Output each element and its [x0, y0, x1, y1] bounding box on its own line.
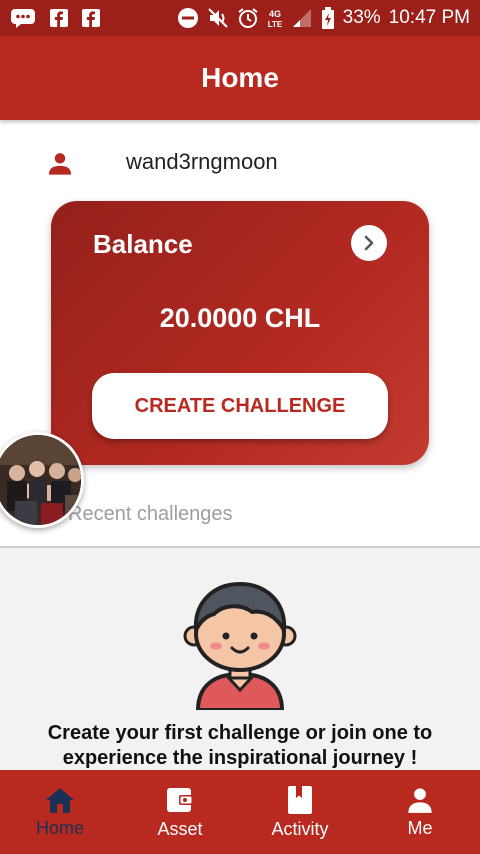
network-type-icon: 4G LTE — [267, 7, 283, 29]
username: wand3rngmoon — [126, 149, 278, 174]
page-title: Home — [201, 62, 279, 93]
balance-label: Balance — [93, 229, 193, 259]
nav-label: Asset — [157, 818, 203, 839]
facebook-icon — [50, 9, 68, 27]
alarm-icon — [237, 7, 259, 29]
create-challenge-button[interactable]: CREATE CHALLENGE — [92, 373, 388, 439]
mute-icon — [207, 7, 229, 29]
chevron-right-icon — [364, 235, 374, 251]
nav-item-asset[interactable]: Asset — [120, 770, 240, 854]
message-icon — [10, 8, 36, 28]
balance-details-button[interactable] — [351, 225, 387, 261]
balance-card: Balance 20.0000 CHL CREATE CHALLENGE — [51, 201, 429, 465]
nav-label: Home — [35, 817, 84, 838]
nav-label: Me — [407, 817, 433, 838]
battery-percentage: 33% — [342, 7, 381, 28]
nav-item-me[interactable]: Me — [360, 770, 480, 854]
battery-icon — [321, 7, 335, 29]
do-not-disturb-icon — [177, 7, 199, 29]
app-bar: Home — [0, 36, 480, 120]
signal-icon — [291, 7, 313, 29]
boy-illustration — [180, 578, 300, 715]
status-bar: 4G LTE 33% 10:47 PM — [0, 0, 480, 36]
nav-item-activity[interactable]: Activity — [240, 770, 360, 854]
svg-text:4G: 4G — [269, 9, 281, 19]
person-icon — [46, 149, 74, 182]
empty-state-message: Create your first challenge or join one … — [47, 722, 433, 769]
status-time: 10:47 PM — [388, 7, 470, 28]
wallet-icon — [167, 787, 193, 812]
balance-amount: 20.0000 CHL — [159, 303, 321, 333]
user-row[interactable]: wand3rngmoon — [0, 135, 480, 191]
recent-challenges-label: Recent challenges — [68, 503, 233, 525]
facebook-icon — [82, 9, 100, 27]
bottom-nav: Home Asset Activity Me — [0, 770, 480, 854]
svg-text:LTE: LTE — [267, 20, 282, 29]
nav-item-home[interactable]: Home — [0, 770, 120, 854]
nav-label: Activity — [271, 818, 329, 839]
book-icon — [288, 785, 312, 814]
person-icon — [408, 787, 432, 813]
home-icon — [46, 787, 74, 813]
